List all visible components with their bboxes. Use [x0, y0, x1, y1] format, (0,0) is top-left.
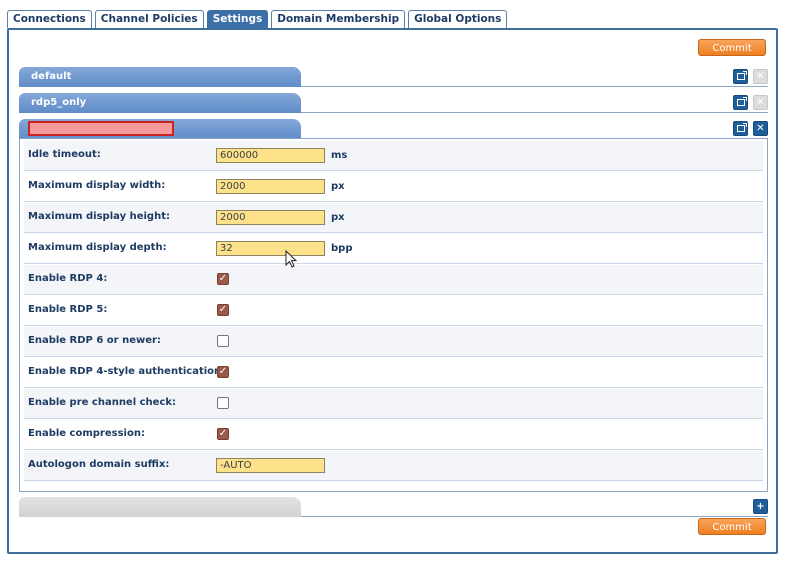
enable-rdp4-checkbox[interactable]: ✓: [217, 273, 229, 285]
close-icon: ✕: [753, 95, 768, 110]
add-icon[interactable]: +: [753, 499, 768, 514]
setting-row: Maximum display height: 2000 px: [24, 203, 763, 233]
tab-global-options[interactable]: Global Options: [408, 10, 508, 28]
setting-row: Enable RDP 4-style authentication: ✓: [24, 358, 763, 388]
enable-compression-checkbox[interactable]: ✓: [217, 428, 229, 440]
setting-label: Enable RDP 6 or newer:: [28, 335, 161, 346]
channel-row-editing: ✕: [19, 119, 768, 139]
autologon-domain-suffix-input[interactable]: -AUTO: [216, 458, 325, 473]
setting-label: Maximum display depth:: [28, 242, 167, 253]
setting-row: Enable pre channel check:: [24, 389, 763, 419]
setting-label: Enable RDP 5:: [28, 304, 108, 315]
setting-label: Autologon domain suffix:: [28, 459, 170, 470]
settings-panel: Commit default ✕ rdp5_only ✕ ✕ Idle time…: [7, 28, 778, 554]
unit-label: bpp: [331, 243, 353, 254]
enable-rdp4-auth-checkbox[interactable]: ✓: [217, 366, 229, 378]
unit-label: px: [331, 181, 345, 192]
setting-row: Maximum display depth: 32 bpp: [24, 234, 763, 264]
setting-label: Enable compression:: [28, 428, 145, 439]
setting-row: Enable RDP 6 or newer:: [24, 327, 763, 357]
setting-label: Idle timeout:: [28, 149, 101, 160]
tab-channel-policies[interactable]: Channel Policies: [94, 10, 204, 28]
tab-settings[interactable]: Settings: [206, 10, 269, 28]
enable-rdp6-checkbox[interactable]: [217, 335, 229, 347]
close-icon: ✕: [753, 69, 768, 84]
setting-row: Enable RDP 5: ✓: [24, 296, 763, 326]
channel-name-input[interactable]: [28, 121, 174, 136]
channel-row-rdp5-only: rdp5_only ✕: [19, 93, 768, 113]
max-display-height-input[interactable]: 2000: [216, 210, 325, 225]
setting-label: Enable pre channel check:: [28, 397, 177, 408]
add-channel-row: +: [19, 497, 768, 517]
max-display-depth-input[interactable]: 32: [216, 241, 325, 256]
setting-row: Idle timeout: 600000 ms: [24, 141, 763, 171]
tab-bar: Connections Channel Policies Settings Do…: [7, 10, 508, 28]
enable-pre-channel-check-checkbox[interactable]: [217, 397, 229, 409]
idle-timeout-input[interactable]: 600000: [216, 148, 325, 163]
channel-tab-rdp5-only[interactable]: rdp5_only: [19, 93, 301, 113]
unit-label: ms: [331, 150, 348, 161]
edit-icon[interactable]: [733, 95, 748, 110]
max-display-width-input[interactable]: 2000: [216, 179, 325, 194]
setting-row: Autologon domain suffix: -AUTO: [24, 451, 763, 481]
setting-label: Maximum display height:: [28, 211, 170, 222]
setting-label: Enable RDP 4-style authentication:: [28, 366, 226, 377]
mouse-pointer-icon: [285, 250, 298, 268]
close-icon[interactable]: ✕: [753, 121, 768, 136]
channel-row-default: default ✕: [19, 67, 768, 87]
channel-tab-default[interactable]: default: [19, 67, 301, 87]
channel-tab-editing: [19, 119, 301, 139]
commit-button-bottom[interactable]: Commit: [698, 518, 766, 535]
collapse-icon[interactable]: [733, 121, 748, 136]
enable-rdp5-checkbox[interactable]: ✓: [217, 304, 229, 316]
unit-label: px: [331, 212, 345, 223]
channel-settings: Idle timeout: 600000 ms Maximum display …: [19, 138, 768, 492]
new-channel-tab: [19, 497, 301, 517]
tab-domain-membership[interactable]: Domain Membership: [271, 10, 406, 28]
edit-icon[interactable]: [733, 69, 748, 84]
setting-label: Enable RDP 4:: [28, 273, 108, 284]
setting-row: Enable compression: ✓: [24, 420, 763, 450]
tab-connections[interactable]: Connections: [7, 10, 92, 28]
setting-row: Maximum display width: 2000 px: [24, 172, 763, 202]
commit-button-top[interactable]: Commit: [698, 39, 766, 56]
setting-row: Enable RDP 4: ✓: [24, 265, 763, 295]
setting-label: Maximum display width:: [28, 180, 166, 191]
